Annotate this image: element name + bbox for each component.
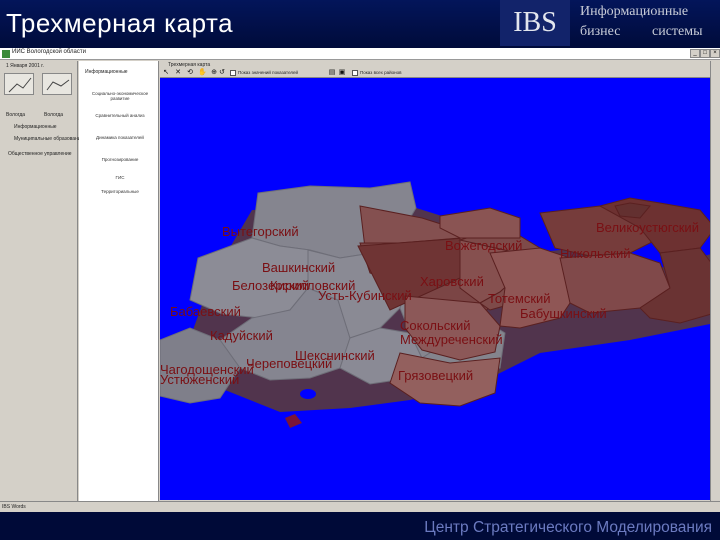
left-panel: 1 Января 2001 г. Вологда Вологда Информа… bbox=[0, 61, 83, 512]
chart-icon bbox=[8, 77, 32, 93]
menu-item[interactable]: Территориальные bbox=[85, 189, 155, 194]
map-3d[interactable]: Вытегорский Бабаевский Кадуйский Шекснин… bbox=[159, 78, 718, 500]
menu-item[interactable]: Социально-экономическое развитие bbox=[85, 91, 155, 101]
region-label: Сокольский bbox=[400, 318, 470, 333]
slide-header: Трехмерная карта IBS Информационные бизн… bbox=[0, 0, 720, 48]
logo-tagline-line2b: системы bbox=[652, 24, 703, 39]
mini-chart-icon[interactable] bbox=[42, 73, 72, 95]
region-label: Вожегодский bbox=[445, 238, 522, 253]
status-text: IBS Words bbox=[2, 504, 26, 510]
close-map-icon[interactable]: ✕ bbox=[174, 69, 182, 77]
region-label: Бабушкинский bbox=[520, 306, 607, 321]
arrow-icon[interactable]: ↖ bbox=[162, 69, 170, 77]
period-label: 1 Января 2001 г. bbox=[6, 63, 44, 69]
chart-icon bbox=[46, 79, 70, 91]
region-label: Бабаевский bbox=[170, 304, 241, 319]
window-title: ИИС Вологодской области bbox=[12, 49, 86, 55]
middle-panel-header: Информационные bbox=[85, 69, 128, 75]
close-button[interactable]: × bbox=[710, 49, 720, 58]
app-window: ИИС Вологодской области _ □ × 1 Января 2… bbox=[0, 48, 720, 512]
show-all-label: Показ всех районов bbox=[360, 70, 402, 75]
menu-item[interactable]: Сравнительный анализ bbox=[85, 113, 155, 118]
middle-panel: Информационные Социально-экономическое р… bbox=[79, 61, 159, 512]
status-bar: IBS Words bbox=[0, 501, 720, 512]
slide-title: Трехмерная карта bbox=[6, 8, 234, 38]
region-label: Никольский bbox=[560, 246, 631, 261]
logo-tagline-line2a: бизнес bbox=[580, 24, 621, 39]
app-icon bbox=[2, 50, 10, 58]
region-label: Вашкинский bbox=[262, 260, 335, 275]
reset-icon[interactable]: ↺ bbox=[218, 69, 226, 77]
map-toolbar: Трехмерная карта ↖ ✕ ⟲ ✋ ⊕ ↺ Показ значе… bbox=[160, 61, 718, 78]
right-scrollbar[interactable] bbox=[710, 61, 720, 501]
left-item[interactable]: Муниципальные образования bbox=[14, 136, 83, 142]
menu-item[interactable]: Прогнозирование bbox=[85, 157, 155, 162]
region-label: Усть-Кубинский bbox=[318, 288, 412, 303]
map-view[interactable]: Вытегорский Бабаевский Кадуйский Шекснин… bbox=[159, 78, 718, 500]
region-label: Вытегорский bbox=[222, 224, 299, 239]
minimize-button[interactable]: _ bbox=[690, 49, 700, 58]
region-label: Междуреченский bbox=[400, 332, 503, 347]
lake-island bbox=[285, 414, 302, 428]
print-icon[interactable]: ▤ bbox=[328, 69, 336, 77]
maximize-button[interactable]: □ bbox=[700, 49, 710, 58]
save-icon[interactable]: ▣ bbox=[338, 69, 346, 77]
region-label: Чагодощенский bbox=[160, 362, 254, 377]
ibs-logo: IBS bbox=[500, 0, 570, 46]
window-titlebar: ИИС Вологодской области _ □ × bbox=[0, 48, 720, 60]
show-values-checkbox[interactable] bbox=[230, 70, 236, 76]
rotate-icon[interactable]: ⟲ bbox=[186, 69, 194, 77]
menu-item[interactable]: ГИС bbox=[85, 175, 155, 180]
show-values-label: Показ значений показателей bbox=[238, 70, 299, 75]
region-label: Кадуйский bbox=[210, 328, 273, 343]
mini-chart-icon[interactable] bbox=[4, 73, 34, 95]
region-label: Грязовецкий bbox=[398, 368, 473, 383]
logo-tagline-line1: Информационные bbox=[580, 4, 689, 19]
footer-text: Центр Стратегического Моделирования bbox=[424, 519, 712, 536]
region-label: Череповецкий bbox=[246, 356, 332, 371]
lake bbox=[300, 389, 316, 399]
hand-icon[interactable]: ✋ bbox=[198, 69, 207, 77]
menu-item[interactable]: Динамика показателей bbox=[85, 135, 155, 140]
region-vozhegodsky[interactable] bbox=[439, 207, 521, 239]
show-all-checkbox[interactable] bbox=[352, 70, 358, 76]
region-label: Великоустюгский bbox=[596, 220, 699, 235]
left-item[interactable]: Информационные bbox=[14, 124, 57, 130]
slide-footer: Центр Стратегического Моделирования bbox=[0, 512, 720, 540]
region-label: Харовский bbox=[420, 274, 484, 289]
map-window-caption: Трехмерная карта bbox=[168, 62, 211, 68]
left-item[interactable]: Вологда bbox=[6, 112, 25, 118]
left-item[interactable]: Вологда bbox=[44, 112, 63, 118]
left-item[interactable]: Общественное управление bbox=[8, 151, 72, 157]
region-label: Тотемский bbox=[488, 291, 551, 306]
zoom-icon[interactable]: ⊕ bbox=[210, 69, 218, 77]
